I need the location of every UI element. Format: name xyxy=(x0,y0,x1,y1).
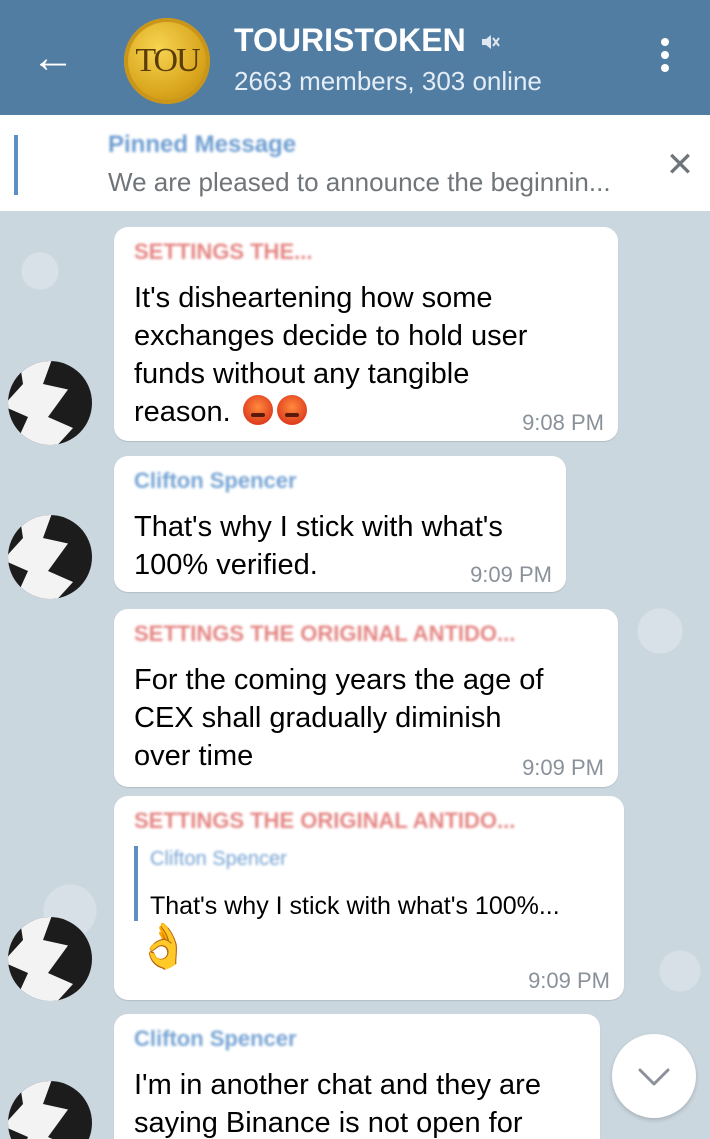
message-text: For the coming years the age of CEX shal… xyxy=(134,664,544,772)
chevron-down-icon xyxy=(638,1068,670,1086)
pinned-text: We are pleased to announce the beginnin.… xyxy=(108,167,611,197)
pinned-accent-bar xyxy=(14,135,18,195)
ok-hand-icon: 👌 xyxy=(136,922,191,971)
group-title[interactable]: TOURISTOKEN xyxy=(234,22,466,59)
reply-sender[interactable]: Clifton Spencer xyxy=(150,848,287,871)
back-button[interactable]: ← xyxy=(30,32,76,84)
reply-accent-bar xyxy=(134,846,138,921)
avatar[interactable] xyxy=(8,361,92,445)
close-icon[interactable]: ✕ xyxy=(660,145,700,185)
group-avatar[interactable]: TOU xyxy=(124,18,210,104)
member-count: 2663 members, 303 online xyxy=(234,66,542,96)
message-bubble[interactable]: Clifton Spencer I'm in another chat and … xyxy=(114,1014,600,1139)
message-text: That's why I stick with what's 100% veri… xyxy=(134,511,503,581)
reply-preview-text[interactable]: That's why I stick with what's 100%... xyxy=(150,892,560,921)
pinned-title: Pinned Message xyxy=(108,131,297,158)
message-bubble[interactable]: SETTINGS THE... It's disheartening how s… xyxy=(114,227,618,441)
message-bubble[interactable]: Clifton Spencer That's why I stick with … xyxy=(114,456,566,592)
message-bubble[interactable]: SETTINGS THE ORIGINAL ANTIDO... For the … xyxy=(114,609,618,787)
message-bubble[interactable]: SETTINGS THE ORIGINAL ANTIDO... Clifton … xyxy=(114,796,624,1000)
message-time: 9:09 PM xyxy=(522,755,604,780)
chat-area[interactable]: SETTINGS THE... It's disheartening how s… xyxy=(0,211,710,1139)
sender-name[interactable]: Clifton Spencer xyxy=(134,468,297,494)
sender-name[interactable]: Clifton Spencer xyxy=(134,1026,297,1052)
scroll-to-bottom-button[interactable] xyxy=(612,1034,696,1118)
chat-header: ← TOU TOURISTOKEN 2663 members, 303 onli… xyxy=(0,0,710,115)
sender-name[interactable]: SETTINGS THE... xyxy=(134,239,312,265)
sender-name[interactable]: SETTINGS THE ORIGINAL ANTIDO... xyxy=(134,808,515,834)
pinned-message-bar[interactable]: Pinned Message We are pleased to announc… xyxy=(0,115,710,212)
sender-name[interactable]: SETTINGS THE ORIGINAL ANTIDO... xyxy=(134,621,515,647)
group-logo-text: TOU xyxy=(135,42,200,79)
message-time: 9:08 PM xyxy=(522,410,604,435)
angry-face-icon xyxy=(276,395,307,425)
avatar[interactable] xyxy=(8,1081,92,1139)
more-vertical-icon[interactable] xyxy=(650,38,680,80)
message-text: It's disheartening how some exchanges de… xyxy=(134,282,528,428)
angry-face-icon xyxy=(242,395,273,425)
muted-speaker-icon xyxy=(482,35,500,49)
message-time: 9:09 PM xyxy=(528,968,610,993)
avatar[interactable] xyxy=(8,917,92,1001)
avatar[interactable] xyxy=(8,515,92,599)
message-text: I'm in another chat and they are saying … xyxy=(134,1069,541,1139)
message-time: 9:09 PM xyxy=(470,562,552,587)
arrow-left-icon: ← xyxy=(31,33,75,82)
